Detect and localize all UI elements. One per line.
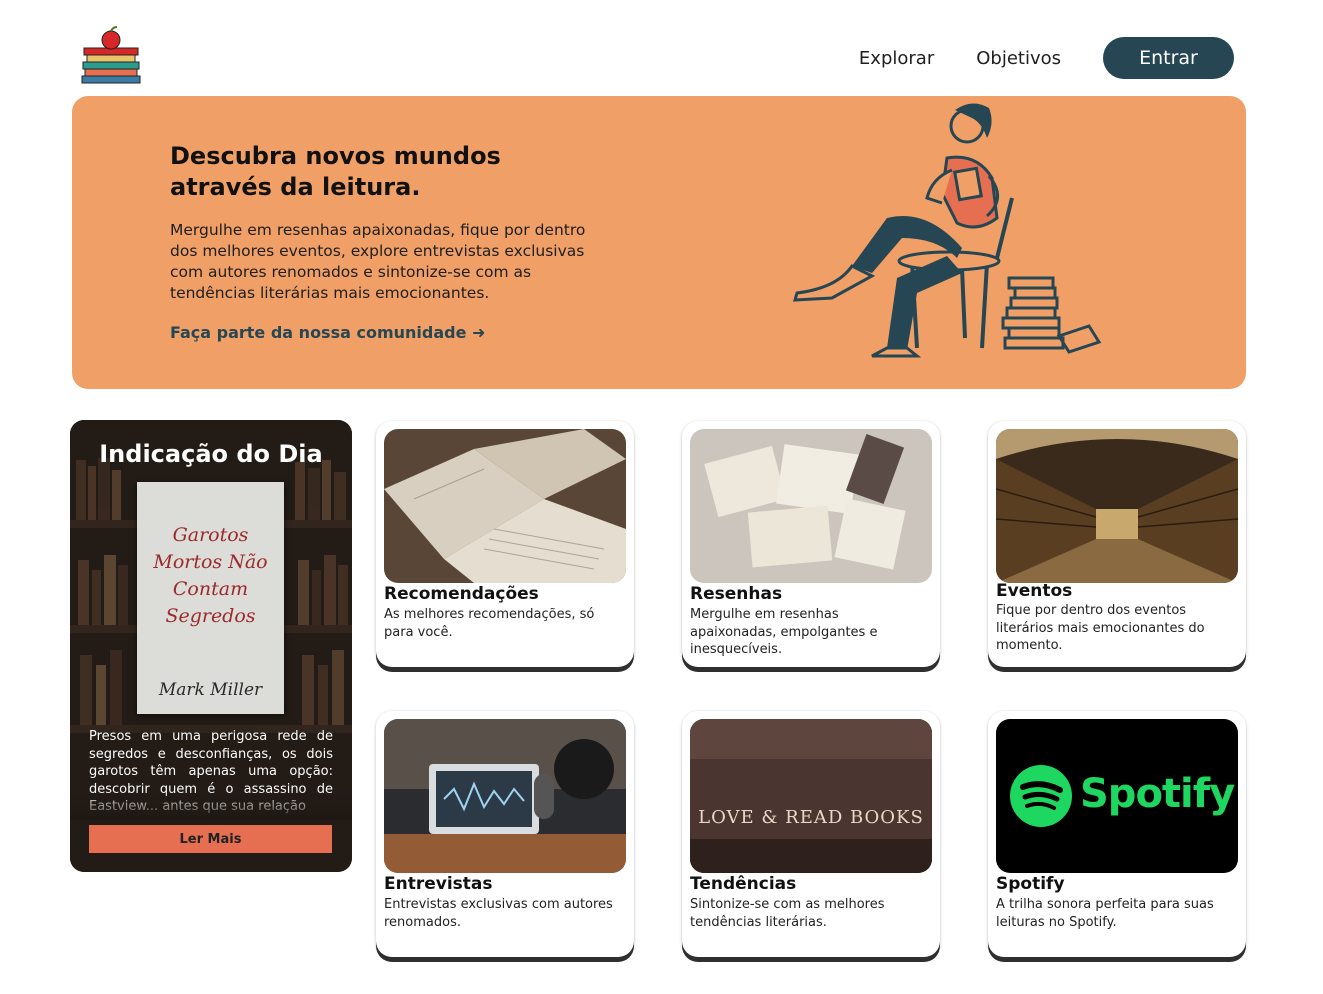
hero-banner: Descubra novos mundos através da leitura… [72, 96, 1246, 389]
spotify-wordmark: Spotify [1080, 771, 1235, 817]
nav-objetivos[interactable]: Objetivos [976, 48, 1061, 69]
card-description: As melhores recomendações, só para você. [384, 607, 595, 640]
card-recomendacoes[interactable]: Recomendações As melhores recomendações,… [376, 421, 634, 667]
book-author: Mark Miller [158, 680, 263, 700]
card-eventos[interactable]: Eventos Fique por dentro dos eventos lit… [988, 421, 1246, 667]
hero-text: Mergulhe em resenhas apaixonadas, fique … [170, 221, 586, 302]
nav-explorar[interactable]: Explorar [859, 48, 934, 69]
card-title: Eventos [996, 581, 1073, 601]
card-resenhas[interactable]: Resenhas Mergulhe em resenhas apaixonada… [682, 421, 940, 667]
card-description: Entrevistas exclusivas com autores renom… [384, 897, 613, 930]
person-reading-chair-illustration [792, 103, 1102, 358]
card-description: Mergulhe em resenhas apaixonadas, empolg… [690, 607, 878, 657]
main-nav: Explorar Objetivos Entrar [859, 37, 1234, 79]
card-description: Sintonize-se com as melhores tendências … [690, 897, 885, 930]
scattered-pages-image [690, 429, 932, 583]
spotify-logo-image: Spotify [996, 719, 1238, 873]
join-community-link[interactable]: Faça parte da nossa comunidade ➜ [170, 323, 485, 342]
book-cover[interactable]: Garotos Mortos Não Contam Segredos Mark … [137, 482, 284, 714]
store-sign-text: LOVE & READ BOOKS [698, 807, 924, 828]
card-title: Recomendações [384, 584, 539, 604]
card-title: Tendências [690, 874, 797, 894]
daily-pick-title: Indicação do Dia [99, 440, 323, 468]
card-entrevistas[interactable]: Entrevistas Entrevistas exclusivas com a… [376, 711, 634, 957]
bookstore-window-image: LOVE & READ BOOKS [690, 719, 932, 873]
card-title: Spotify [996, 874, 1065, 894]
card-description: Fique por dentro dos eventos literários … [996, 603, 1205, 653]
book-title: Garotos Mortos Não Contam Segredos [153, 524, 268, 627]
card-title: Resenhas [690, 584, 783, 604]
podcast-studio-image [384, 719, 626, 873]
card-tendencias[interactable]: LOVE & READ BOOKS Tendências Sintonize-s… [682, 711, 940, 957]
daily-pick-card: Indicação do Dia Garotos Mortos Não Cont… [70, 420, 352, 872]
read-more-button[interactable]: Ler Mais [89, 825, 332, 853]
hero-title: Descubra novos mundos através da leitura… [170, 142, 501, 201]
books-apple-logo-icon [81, 26, 141, 84]
spotify-icon [1010, 765, 1072, 827]
card-spotify[interactable]: Spotify Spotify A trilha sonora perfeita… [988, 711, 1246, 957]
site-logo[interactable] [80, 24, 142, 86]
card-description: A trilha sonora perfeita para suas leitu… [996, 897, 1214, 930]
library-hall-image [996, 429, 1238, 583]
card-title: Entrevistas [384, 874, 493, 894]
open-books-image [384, 429, 626, 583]
login-button[interactable]: Entrar [1103, 37, 1234, 79]
